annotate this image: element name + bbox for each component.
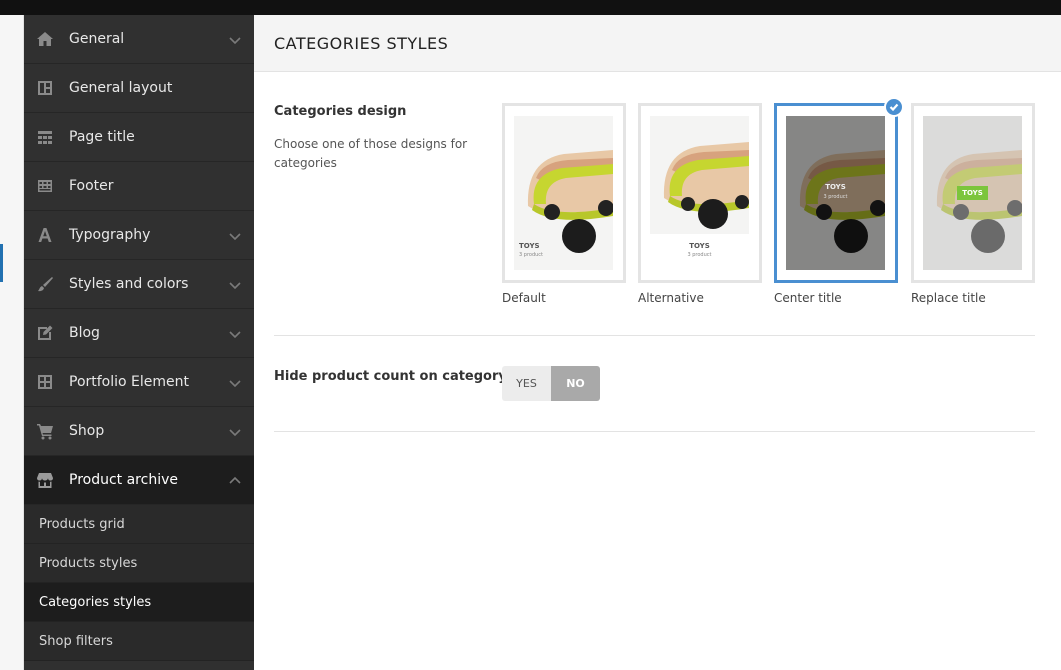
selected-check-icon xyxy=(884,97,904,117)
chevron-down-icon[interactable] xyxy=(228,32,242,46)
sidebar-item-shop[interactable]: Shop xyxy=(24,407,254,456)
chevron-down-icon[interactable] xyxy=(228,228,242,242)
sidebar-subitem-shop-filters[interactable]: Shop filters xyxy=(24,622,254,661)
main-panel: CATEGORIES STYLES Categories design Choo… xyxy=(254,15,1061,670)
category-title: TOYS xyxy=(519,242,540,250)
design-option-replace-title[interactable]: TOYS Replace title xyxy=(911,103,1035,305)
page-title: CATEGORIES STYLES xyxy=(274,33,449,53)
sidebar-item-page-title[interactable]: Page title xyxy=(24,113,254,162)
sidebar-subitem-categories-styles[interactable]: Categories styles xyxy=(24,583,254,622)
left-gutter xyxy=(0,15,24,670)
sidebar-item-label: Portfolio Element xyxy=(69,374,190,390)
chevron-down-icon[interactable] xyxy=(228,424,242,438)
sidebar-item-footer[interactable]: Footer xyxy=(24,162,254,211)
sidebar-subitem-products-styles[interactable]: Products styles xyxy=(24,544,254,583)
brush-icon xyxy=(36,275,54,293)
yes-no-toggle[interactable]: YES NO xyxy=(502,366,600,401)
store-icon xyxy=(36,471,54,489)
design-option-center-title[interactable]: TOYS 3 product Center title xyxy=(774,97,904,305)
category-title: TOYS xyxy=(689,242,710,250)
product-count: 3 product xyxy=(519,252,544,258)
sidebar-subitem-products-grid[interactable]: Products grid xyxy=(24,505,254,544)
category-badge: TOYS xyxy=(962,189,983,197)
sidebar-item-portfolio-element[interactable]: Portfolio Element xyxy=(24,358,254,407)
design-option-caption: Replace title xyxy=(911,291,986,305)
sidebar-submenu: Products grid Products styles Categories… xyxy=(24,505,254,661)
sidebar-item-product-archive[interactable]: Product archive xyxy=(24,456,254,505)
design-preview-image: TOYS 3 product xyxy=(786,116,885,270)
design-option-frame[interactable]: TOYS 3 product xyxy=(502,103,626,283)
design-preview-image: TOYS 3 product xyxy=(514,116,613,270)
sidebar-item-label: Styles and colors xyxy=(69,276,189,292)
toggle-no-option[interactable]: NO xyxy=(551,366,600,401)
design-option-default[interactable]: TOYS 3 product Default xyxy=(502,103,626,305)
design-option-frame[interactable]: TOYS xyxy=(911,103,1035,283)
grid-icon xyxy=(36,373,54,391)
sidebar-item-label: Product archive xyxy=(69,472,178,488)
chevron-down-icon[interactable] xyxy=(228,375,242,389)
typography-icon xyxy=(36,226,54,244)
sidebar-item-label: General layout xyxy=(69,80,173,96)
sidebar-item-general-layout[interactable]: General layout xyxy=(24,64,254,113)
layout-icon xyxy=(36,79,54,97)
toggle-yes-option[interactable]: YES xyxy=(502,366,551,401)
page-header: CATEGORIES STYLES xyxy=(254,15,1061,72)
sidebar-item-label: General xyxy=(69,31,125,47)
design-preview-image: TOYS xyxy=(923,116,1022,270)
design-option-frame[interactable]: TOYS 3 product xyxy=(774,97,904,283)
section-description: Choose one of those designs for categori… xyxy=(274,137,468,170)
section-title: Categories design xyxy=(274,104,407,119)
sidebar-item-label: Page title xyxy=(69,129,135,145)
gutter-marker xyxy=(0,244,3,282)
product-count: 3 product xyxy=(687,252,712,258)
cart-icon xyxy=(36,422,54,440)
sidebar: General General layout Page title Footer… xyxy=(24,15,254,670)
design-option-caption: Default xyxy=(502,291,546,305)
page-title-icon xyxy=(36,128,54,146)
sidebar-item-label: Typography xyxy=(69,227,151,243)
product-count: 3 product xyxy=(823,194,848,200)
design-option-frame[interactable]: TOYS 3 product xyxy=(638,103,762,283)
sidebar-item-label: Blog xyxy=(69,325,100,341)
design-option-caption: Alternative xyxy=(638,291,704,305)
categories-design-section: Categories design Choose one of those de… xyxy=(274,87,1035,336)
design-option-alternative[interactable]: TOYS 3 product Alternative xyxy=(638,103,762,305)
chevron-down-icon[interactable] xyxy=(228,277,242,291)
sidebar-item-general[interactable]: General xyxy=(24,15,254,64)
sidebar-item-label: Footer xyxy=(69,178,114,194)
design-option-caption: Center title xyxy=(774,291,842,305)
product-count-section: Hide product count on category YES NO xyxy=(274,336,1035,432)
design-preview-image: TOYS 3 product xyxy=(650,116,749,270)
home-icon xyxy=(36,30,54,48)
sidebar-item-typography[interactable]: Typography xyxy=(24,211,254,260)
sidebar-item-blog[interactable]: Blog xyxy=(24,309,254,358)
sidebar-item-styles-and-colors[interactable]: Styles and colors xyxy=(24,260,254,309)
top-bar xyxy=(0,0,1061,15)
section-title: Hide product count on category xyxy=(274,369,507,384)
chevron-up-icon[interactable] xyxy=(228,473,242,487)
category-title: TOYS xyxy=(825,183,846,191)
chevron-down-icon[interactable] xyxy=(228,326,242,340)
edit-icon xyxy=(36,324,54,342)
sidebar-item-label: Shop xyxy=(69,423,105,439)
footer-icon xyxy=(36,177,54,195)
